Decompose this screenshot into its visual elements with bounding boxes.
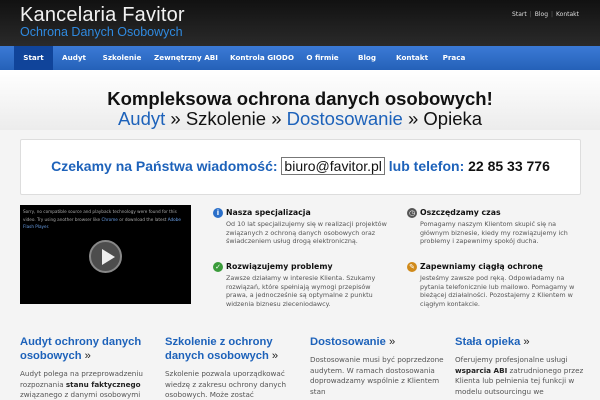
- contact-mid: lub telefon:: [384, 158, 469, 174]
- nav-item-kontakt[interactable]: Kontakt: [389, 46, 435, 70]
- nav-item-kontrola-giodo[interactable]: Kontrola GIODO: [227, 46, 297, 70]
- site-title[interactable]: Kancelaria Favitor: [20, 4, 185, 27]
- column-text-part: Szkolenie pozwala uporządkować wiedzę z …: [165, 369, 287, 399]
- hero-title: Kompleksowa ochrona danych osobowych!: [107, 88, 493, 109]
- column-text-part: związanego z danymi osobowymi: [20, 390, 141, 399]
- column-text-bold: wsparcia ABI: [455, 365, 508, 375]
- nav-item-szkolenie[interactable]: Szkolenie: [97, 46, 147, 70]
- hero-text-opieka: Opieka: [423, 108, 483, 129]
- feature-text: Jesteśmy zawsze pod ręką. Odpowiadamy na…: [420, 274, 575, 308]
- feature-title: ✎ Zapewniamy ciągłą ochronę: [407, 262, 582, 272]
- column-text: Oferujemy profesjonalne usługi wsparcia …: [455, 355, 590, 397]
- feature-title-text: Zapewniamy ciągłą ochronę: [420, 262, 543, 271]
- nav-item-audyt[interactable]: Audyt: [56, 46, 92, 70]
- feature-text: Pomagamy naszym Klientom skupić się na g…: [420, 220, 568, 245]
- feature-problemy: ✓ Rozwiązujemy problemy Zawsze działamy w…: [213, 262, 388, 308]
- site-header: Kancelaria Favitor Ochrona Danych Osobow…: [0, 0, 600, 46]
- feature-title: ◷ Oszczędzamy czas: [407, 208, 582, 218]
- hero-separator: »: [165, 108, 186, 129]
- feature-title-text: Nasza specjalizacja: [226, 208, 311, 217]
- raquo-icon: »: [268, 350, 279, 362]
- column-szkolenie: Szkolenie z ochrony danych osobowych » S…: [165, 335, 300, 400]
- raquo-icon: »: [520, 336, 530, 348]
- top-links: Start | Blog | Kontakt: [512, 11, 579, 18]
- feature-specjalizacja: i Nasza specjalizacja Od 10 lat specjaliz…: [213, 208, 388, 246]
- contact-line: Czekamy na Państwa wiadomość: biuro@favi…: [21, 157, 580, 175]
- hero-services: Audyt » Szkolenie » Dostosowanie » Opiek…: [0, 108, 600, 130]
- column-text: Szkolenie pozwala uporządkować wiedzę z …: [165, 369, 300, 400]
- hero-link-dostosowanie[interactable]: Dostosowanie: [287, 108, 403, 129]
- hero-separator: »: [266, 108, 287, 129]
- video-link-chrome[interactable]: Chrome: [101, 217, 117, 222]
- feature-title-text: Rozwiązujemy problemy: [226, 262, 333, 271]
- contact-phone: 22 85 33 776: [468, 158, 550, 174]
- column-text-part: Dostosowanie musi być poprzedzone audyte…: [310, 355, 444, 396]
- top-link-separator: |: [529, 11, 532, 18]
- video-msg-text: or download the latest: [117, 216, 168, 222]
- top-link-start[interactable]: Start: [512, 11, 527, 18]
- video-player[interactable]: Sorry, no compatible source and playback…: [20, 205, 191, 304]
- info-icon: i: [213, 208, 223, 218]
- pencil-icon: ✎: [407, 262, 417, 272]
- main-nav: Start Audyt Szkolenie Zewnętrzny ABI Kon…: [0, 46, 600, 70]
- contact-box: Czekamy na Państwa wiadomość: biuro@favi…: [20, 139, 581, 195]
- feature-ochrona: ✎ Zapewniamy ciągłą ochronę Jesteśmy zaws…: [407, 262, 582, 308]
- column-text-part: Oferujemy profesjonalne usługi: [455, 355, 568, 364]
- top-link-kontakt[interactable]: Kontakt: [556, 11, 579, 18]
- nav-item-start[interactable]: Start: [14, 46, 53, 70]
- column-title-dostosowanie[interactable]: Dostosowanie »: [310, 335, 445, 349]
- clock-icon: ◷: [407, 208, 417, 218]
- column-text: Audyt polega na przeprowadzeniu rozpozna…: [20, 369, 155, 400]
- nav-item-o-firmie[interactable]: O firmie: [300, 46, 345, 70]
- nav-item-praca[interactable]: Praca: [438, 46, 470, 70]
- column-text: Dostosowanie musi być poprzedzone audyte…: [310, 355, 445, 397]
- column-title-text: Dostosowanie: [310, 336, 386, 348]
- column-title-opieka[interactable]: Stała opieka »: [455, 335, 590, 349]
- nav-item-blog[interactable]: Blog: [349, 46, 385, 70]
- feature-czas: ◷ Oszczędzamy czas Pomagamy naszym Klient…: [407, 208, 582, 246]
- play-button[interactable]: [89, 240, 122, 273]
- check-icon: ✓: [213, 262, 223, 272]
- feature-title: ✓ Rozwiązujemy problemy: [213, 262, 388, 272]
- column-title-szkolenie[interactable]: Szkolenie z ochrony danych osobowych »: [165, 335, 300, 363]
- hero-separator: »: [402, 108, 424, 129]
- video-msg-text: .: [47, 224, 50, 229]
- column-dostosowanie: Dostosowanie » Dostosowanie musi być pop…: [310, 335, 445, 397]
- site-subtitle: Ochrona Danych Osobowych: [20, 25, 183, 39]
- feature-text: Zawsze działamy w interesie Klienta. Szu…: [226, 274, 376, 308]
- contact-email-link[interactable]: biuro@favitor.pl: [281, 157, 385, 175]
- column-title-text: Szkolenie z ochrony danych osobowych: [165, 336, 273, 362]
- column-title-text: Stała opieka: [455, 336, 521, 348]
- feature-title-text: Oszczędzamy czas: [420, 208, 501, 217]
- top-link-blog[interactable]: Blog: [535, 11, 548, 18]
- column-audyt: Audyt ochrony danych osobowych » Audyt p…: [20, 335, 155, 400]
- nav-item-zewnetrzny-abi[interactable]: Zewnętrzny ABI: [151, 46, 221, 70]
- column-opieka: Stała opieka » Oferujemy profesjonalne u…: [455, 335, 590, 397]
- contact-lead: Czekamy na Państwa wiadomość:: [51, 158, 282, 174]
- column-title-audyt[interactable]: Audyt ochrony danych osobowych »: [20, 335, 155, 363]
- top-link-separator: |: [551, 11, 554, 18]
- hero-link-audyt[interactable]: Audyt: [118, 108, 165, 129]
- feature-title: i Nasza specjalizacja: [213, 208, 388, 218]
- raquo-icon: »: [385, 336, 396, 348]
- raquo-icon: »: [81, 350, 91, 362]
- video-error-message: Sorry, no compatible source and playback…: [23, 208, 188, 231]
- column-text-bold: stanu faktycznego: [65, 379, 141, 389]
- feature-text: Od 10 lat specjalizujemy się w realizacj…: [226, 220, 387, 245]
- hero-text-szkolenie: Szkolenie: [185, 108, 267, 129]
